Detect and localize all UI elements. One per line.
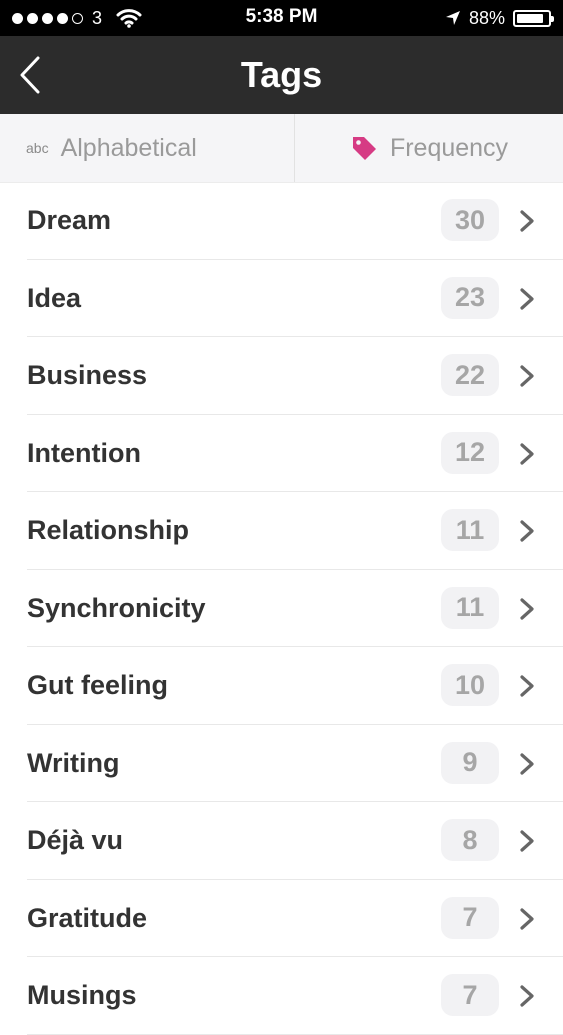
tag-count-badge: 7 [441,896,499,939]
tag-name: Idea [27,282,82,313]
battery-icon [513,9,554,27]
tag-row[interactable]: Gratitude 7 [0,880,563,958]
sort-alphabetical-label: Alphabetical [60,133,197,162]
sort-segmented-control: abc Alphabetical Frequency [0,114,563,183]
page-title: Tags [240,54,323,95]
chevron-right-icon [520,365,534,387]
tag-count-badge: 11 [441,509,499,551]
tag-count-badge: 23 [441,276,499,319]
chevron-right-icon [520,597,534,620]
status-bar: 3 5:38 PM 88% [0,0,563,36]
chevron-right-icon [520,985,534,1007]
tag-name: Writing [27,747,120,778]
tag-name: Gratitude [27,902,148,933]
tag-name: Intention [27,437,141,468]
tag-row[interactable]: Dream 30 [0,182,563,260]
tag-count-badge: 22 [441,354,499,396]
tag-count-badge: 11 [441,586,499,629]
chevron-right-icon [520,442,534,465]
abc-icon: abc [26,140,49,156]
sort-frequency-label: Frequency [389,133,509,162]
tag-name: Gut feeling [27,670,168,700]
tag-row[interactable]: Relationship 11 [0,492,563,570]
tag-row[interactable]: Synchronicity 11 [0,570,563,648]
tag-icon [352,137,376,160]
chevron-right-icon [520,907,534,930]
tag-row[interactable]: Déjà vu 8 [0,802,563,880]
chevron-right-icon [520,752,534,775]
tag-row[interactable]: Idea 23 [0,260,563,338]
tag-count-badge: 30 [441,199,499,241]
navigation-bar: Tags [0,36,563,114]
tag-name: Dream [27,205,112,235]
location-arrow-icon [445,11,460,25]
tag-count-badge: 10 [441,664,499,706]
battery-percent: 88% [468,7,505,28]
tag-row[interactable]: Gut feeling 10 [0,647,563,725]
sort-frequency-tab[interactable]: Frequency [295,114,563,182]
tag-count-badge: 9 [441,741,499,784]
tag-name: Déjà vu [27,825,124,855]
tag-name: Musings [27,980,137,1010]
chevron-right-icon [520,287,534,310]
tag-name: Relationship [27,515,190,545]
tag-count-badge: 8 [441,819,499,861]
tag-count-badge: 7 [441,974,499,1016]
chevron-right-icon [520,210,534,232]
chevron-right-icon [520,675,534,697]
tag-row[interactable]: Intention 12 [0,415,563,493]
tag-name: Business [27,360,148,390]
tag-list: Dream 30 Idea 23 Business 22 Intention 12 Relati… [0,182,563,1035]
tag-name: Synchronicity [27,592,206,623]
tag-row[interactable]: Musings 7 [0,957,563,1035]
tag-row[interactable]: Business 22 [0,337,563,415]
tag-count-badge: 12 [441,431,499,474]
tag-row[interactable]: Writing 9 [0,725,563,803]
sort-alphabetical-tab[interactable]: abc Alphabetical [0,114,295,182]
chevron-right-icon [520,520,534,542]
chevron-right-icon [520,830,534,852]
